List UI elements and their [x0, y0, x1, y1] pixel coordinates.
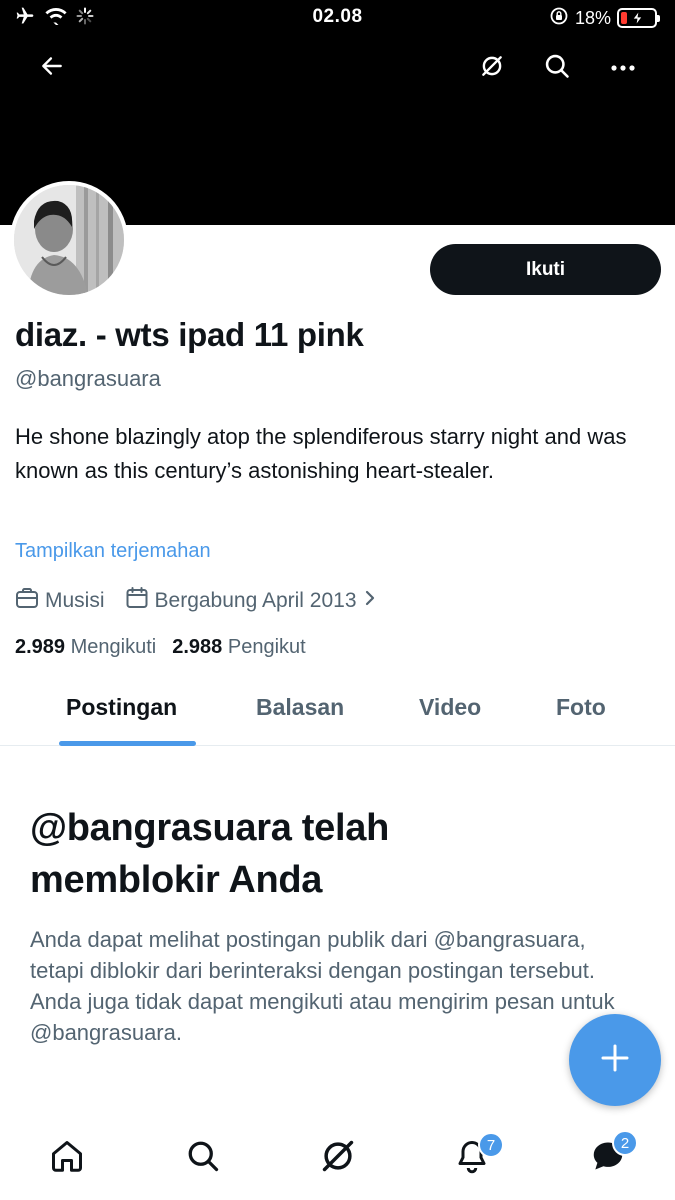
nav-home[interactable] — [45, 1136, 89, 1180]
notifications-badge: 7 — [478, 1132, 504, 1158]
profile-handle: @bangrasuara — [15, 366, 161, 391]
calendar-icon — [125, 586, 149, 616]
tab-video[interactable]: Video — [419, 694, 481, 721]
profile-bio: He shone blazingly atop the splendiferou… — [15, 424, 627, 483]
briefcase-icon — [15, 587, 39, 615]
back-arrow-icon — [39, 53, 65, 84]
grok-icon — [319, 1137, 357, 1180]
translate-link[interactable]: Tampilkan terjemahan — [15, 540, 211, 563]
active-tab-indicator — [59, 741, 196, 746]
grok-icon — [479, 53, 505, 84]
joined-item[interactable]: Bergabung April 2013 — [125, 586, 377, 616]
bottom-nav: 7 2 — [0, 1120, 675, 1200]
profile-avatar[interactable] — [10, 181, 128, 299]
battery-icon — [617, 8, 660, 28]
following-label: Mengikuti — [70, 636, 157, 658]
following-count: 2.989 — [15, 636, 66, 658]
following-stat[interactable]: 2.989 Mengikuti — [15, 636, 156, 659]
orientation-lock-icon — [549, 6, 569, 31]
blocked-title: @bangrasuara telah memblokir Anda — [30, 807, 389, 901]
category-label: Musisi — [45, 589, 105, 612]
tab-balasan[interactable]: Balasan — [256, 694, 344, 721]
plus-icon — [600, 1043, 630, 1078]
more-button[interactable] — [603, 48, 643, 88]
grok-button[interactable] — [472, 48, 512, 88]
battery-percent: 18% — [574, 7, 611, 28]
search-icon — [185, 1138, 221, 1179]
blocked-message: Anda dapat melihat postingan publik dari… — [30, 927, 615, 1045]
chevron-right-icon — [363, 589, 377, 613]
more-icon — [610, 59, 636, 77]
tab-postingan[interactable]: Postingan — [66, 694, 177, 721]
profile-tabs: Postingan Balasan Video Foto — [0, 680, 675, 746]
followers-stat[interactable]: 2.988 Pengikut — [172, 636, 305, 659]
status-icons-right: 18% — [549, 6, 660, 31]
search-icon — [543, 52, 571, 85]
followers-label: Pengikut — [227, 636, 306, 658]
category-item: Musisi — [15, 587, 105, 615]
back-button[interactable] — [32, 48, 72, 88]
followers-count: 2.988 — [172, 636, 223, 658]
avatar-photo — [14, 185, 124, 295]
nav-messages[interactable]: 2 — [586, 1130, 638, 1180]
display-name: diaz. - wts ipad 11 pink — [15, 316, 364, 353]
follow-stats: 2.989 Mengikuti 2.988 Pengikut — [15, 636, 306, 659]
status-bar: 02.08 18% — [0, 0, 675, 36]
nav-search[interactable] — [181, 1136, 225, 1180]
compose-button[interactable] — [569, 1014, 661, 1106]
messages-badge: 2 — [612, 1130, 638, 1156]
tab-foto[interactable]: Foto — [556, 694, 606, 721]
search-button[interactable] — [537, 48, 577, 88]
home-icon — [49, 1138, 85, 1179]
battery-level — [621, 12, 627, 24]
joined-label: Bergabung April 2013 — [154, 589, 357, 612]
follow-button[interactable]: Ikuti — [430, 244, 661, 295]
profile-meta: Musisi Bergabung April 2013 — [15, 586, 397, 616]
nav-grok[interactable] — [316, 1136, 360, 1180]
nav-notifications[interactable]: 7 — [450, 1132, 504, 1180]
